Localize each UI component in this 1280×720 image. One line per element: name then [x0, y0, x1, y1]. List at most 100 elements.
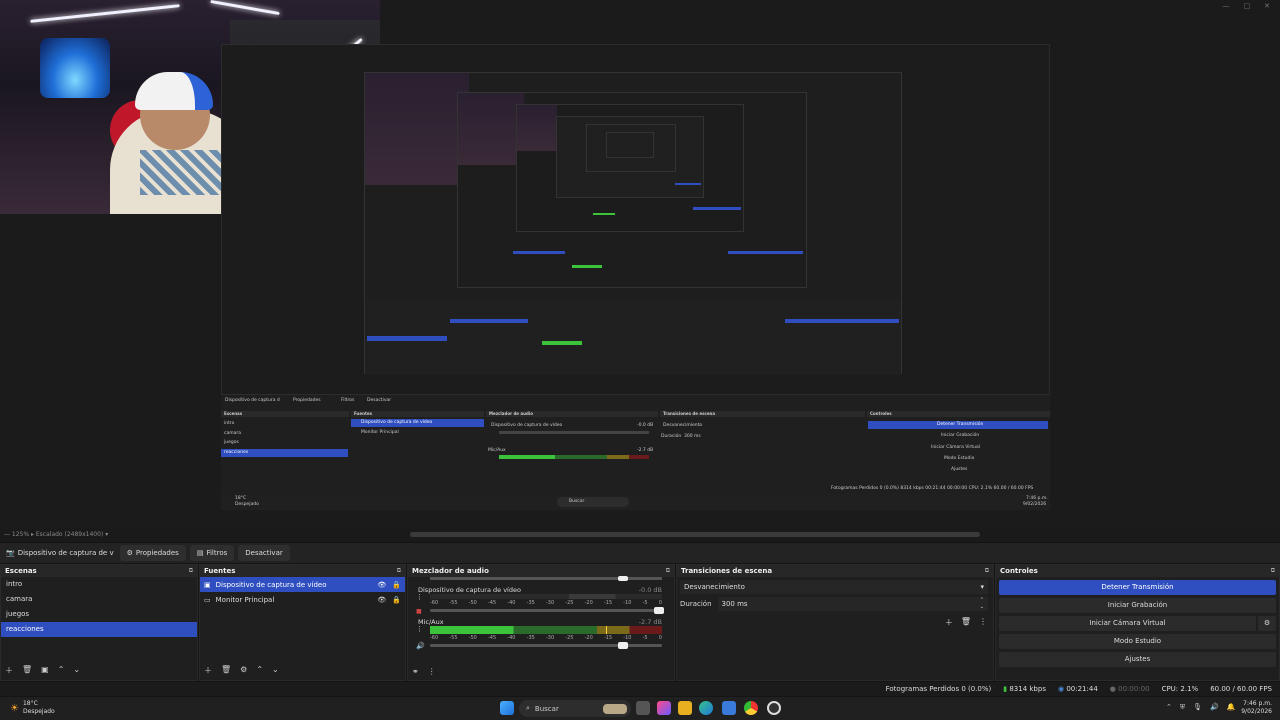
scene-filters-icon[interactable]: ▣	[41, 665, 49, 676]
mixer-footer: ⚭ ⋮	[412, 667, 436, 676]
undock-icon[interactable]: ⧉	[1271, 565, 1275, 577]
maximize-button[interactable]: □	[1244, 2, 1251, 10]
kebab-icon[interactable]: ⋮	[979, 617, 987, 628]
deactivate-label: Desactivar	[245, 549, 283, 557]
gear-icon: ⚙	[126, 549, 133, 557]
remove-transition-icon[interactable]: 🗑	[961, 617, 971, 628]
clock[interactable]: 7:46 p.m. 9/02/2026	[1241, 700, 1272, 716]
search-label: Buscar	[534, 704, 559, 713]
taskbar-search[interactable]: ⌕ Buscar	[519, 700, 631, 717]
weather-widget[interactable]: ☀ 18°C Despejado	[10, 700, 55, 716]
spin-arrows-icon[interactable]: ⌃ ⌄	[980, 597, 984, 611]
record-icon: ●	[1109, 685, 1116, 693]
scene-item-reacciones[interactable]: reacciones	[1, 622, 197, 637]
preview-horizontal-scrollbar[interactable]	[410, 532, 980, 537]
speaker-icon[interactable]: 🔊	[416, 642, 425, 650]
scene-item-juegos[interactable]: juegos	[1, 607, 197, 622]
mini-transitions-header: Transiciones de escena	[660, 411, 865, 417]
properties-button[interactable]: ⚙ Propiedades	[119, 545, 186, 561]
file-explorer-icon[interactable]	[678, 701, 692, 715]
link-icon[interactable]: ⚭	[412, 667, 419, 676]
audio-mixer-dock: Mezclador de audio ⧉ Dispositivo de capt…	[407, 564, 675, 681]
scene-item-intro[interactable]: intro	[1, 577, 197, 592]
mini-control: Detener Transmisión	[937, 422, 984, 427]
undock-icon[interactable]: ⧉	[189, 565, 193, 577]
scroll-previous-slider[interactable]	[430, 576, 662, 581]
kebab-icon[interactable]: ⋮	[416, 625, 423, 633]
undock-icon[interactable]: ⧉	[985, 565, 989, 577]
mixer-channel-1-volume[interactable]	[430, 607, 664, 614]
edge-icon[interactable]	[699, 701, 713, 715]
virtual-camera-settings-button[interactable]: ⚙	[1258, 616, 1276, 631]
studio-mode-button[interactable]: Modo Estudio	[999, 634, 1276, 649]
chrome-icon[interactable]	[744, 701, 758, 715]
duration-input[interactable]: 300 ms ⌃ ⌄	[717, 597, 988, 611]
scenes-dock: Escenas ⧉ intro camara juegos reacciones…	[0, 564, 198, 681]
fireplace	[40, 38, 110, 98]
undock-icon[interactable]: ⧉	[397, 565, 401, 577]
source-properties-icon[interactable]: ⚙	[240, 665, 247, 676]
start-virtual-camera-button[interactable]: Iniciar Cámara Virtual	[999, 616, 1256, 631]
eye-icon[interactable]: 👁	[377, 596, 386, 604]
start-recording-button[interactable]: Iniciar Grabación	[999, 598, 1276, 613]
add-scene-icon[interactable]: ＋	[5, 665, 13, 676]
chevron-up-icon[interactable]: ⌃	[1166, 703, 1172, 712]
transitions-dock: Transiciones de escena ⧉ Desvanecimiento…	[676, 564, 994, 681]
lock-icon[interactable]: 🔒	[392, 581, 401, 589]
mixer-dock-header: Mezclador de audio ⧉	[408, 565, 674, 577]
undock-icon[interactable]: ⧉	[666, 565, 670, 577]
copilot-icon[interactable]	[657, 701, 671, 715]
transitions-dock-header: Transiciones de escena ⧉	[677, 565, 993, 577]
source-toolbar-name: Dispositivo de captura de v	[17, 549, 114, 557]
source-item-monitor[interactable]: ▭ Monitor Principal 👁 🔒	[200, 592, 405, 607]
scene-item-camara[interactable]: camara	[1, 592, 197, 607]
window-controls: — □ ✕	[1223, 2, 1271, 10]
add-transition-icon[interactable]: ＋	[945, 617, 953, 628]
notification-icon[interactable]: 🔔	[1227, 703, 1236, 712]
zoom-scaling-label[interactable]: — 125% ▸ Escalado (2489x1400) ▾	[4, 531, 108, 538]
chevron-down-icon: ▾	[980, 583, 984, 591]
transition-type-select[interactable]: Desvanecimiento ▾	[680, 580, 988, 594]
source-label: Monitor Principal	[215, 595, 275, 604]
deactivate-button[interactable]: Desactivar	[238, 545, 290, 561]
mic-icon[interactable]: 🎙	[1193, 703, 1202, 712]
mixer-title: Mezclador de audio	[412, 567, 489, 575]
muted-speaker-icon[interactable]: ■	[416, 608, 422, 615]
volume-icon[interactable]: 🔊	[1210, 703, 1219, 712]
stop-streaming-button[interactable]: Detener Transmisión	[999, 580, 1276, 595]
mini-mixer-header: Mezclador de audio	[486, 411, 658, 417]
move-up-icon[interactable]: ⌃	[58, 665, 65, 676]
mini-mixer-ch1: Dispositivo de captura de vídeo	[491, 423, 563, 428]
mixer-channel-2-header: Mic/Aux -2.7 dB	[418, 618, 662, 626]
mini-control: Ajustes	[951, 467, 968, 472]
store-icon[interactable]	[722, 701, 736, 715]
eye-icon[interactable]: 👁	[377, 581, 386, 589]
obs-icon[interactable]	[767, 701, 781, 715]
task-view-icon[interactable]	[636, 701, 650, 715]
monitor-icon: ▭	[204, 595, 211, 604]
close-button[interactable]: ✕	[1264, 2, 1270, 10]
mini-scene: camara	[224, 431, 241, 436]
duration-row: Duración 300 ms ⌃ ⌄	[680, 597, 988, 611]
source-toolbar-current: 📷 Dispositivo de captura de v	[0, 543, 120, 563]
kebab-icon[interactable]: ⋮	[416, 593, 423, 601]
kebab-icon[interactable]: ⋮	[428, 667, 436, 676]
move-down-icon[interactable]: ⌄	[272, 665, 279, 676]
remove-scene-icon[interactable]: 🗑	[22, 665, 32, 676]
vpn-icon[interactable]: ⛨	[1180, 703, 1185, 712]
preview-canvas[interactable]: — □ ✕ Dispositivo de captura d Propiedad…	[0, 0, 1280, 528]
scene-label: intro	[6, 580, 23, 588]
sources-footer: ＋ 🗑 ⚙ ⌃ ⌄	[204, 665, 279, 676]
mixer-channel-2-volume[interactable]	[430, 642, 662, 649]
mixer-channel-1-header: Dispositivo de captura de vídeo -0.0 dB	[418, 586, 662, 594]
filters-button[interactable]: ▤ Filtros	[189, 545, 235, 561]
add-source-icon[interactable]: ＋	[204, 665, 212, 676]
move-up-icon[interactable]: ⌃	[256, 665, 263, 676]
lock-icon[interactable]: 🔒	[392, 596, 401, 604]
settings-button[interactable]: Ajustes	[999, 652, 1276, 667]
start-icon[interactable]	[500, 701, 514, 715]
source-item-capture[interactable]: ▣ Dispositivo de captura de vídeo 👁 🔒	[200, 577, 405, 592]
remove-source-icon[interactable]: 🗑	[221, 665, 231, 676]
minimize-button[interactable]: —	[1223, 2, 1230, 10]
move-down-icon[interactable]: ⌄	[73, 665, 80, 676]
